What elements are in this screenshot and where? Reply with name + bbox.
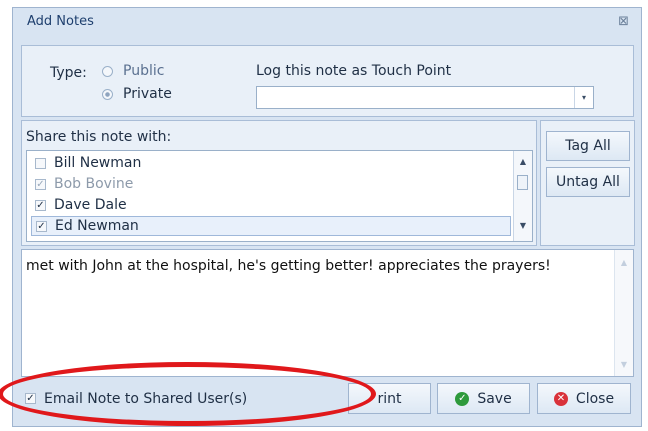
close-icon[interactable]: ⊠ <box>618 14 629 29</box>
email-checkbox[interactable]: ✓ <box>25 393 36 404</box>
list-item[interactable]: ✓ Dave Dale <box>31 195 511 215</box>
untag-all-button[interactable]: Untag All <box>546 167 630 197</box>
scroll-up-icon[interactable]: ▲ <box>514 157 532 166</box>
user-name: Ed Newman <box>55 218 139 234</box>
close-label: Close <box>575 390 615 407</box>
radio-public-label: Public <box>123 63 165 79</box>
user-name: Bill Newman <box>54 155 142 171</box>
email-note-checkbox-row[interactable]: ✓ Email Note to Shared User(s) <box>19 383 349 414</box>
add-notes-dialog: Add Notes ⊠ Type: Public Private Log thi… <box>12 7 642 427</box>
checkbox[interactable]: ✓ <box>35 199 46 211</box>
note-textarea[interactable]: met with John at the hospital, he's gett… <box>21 249 634 377</box>
radio-private[interactable]: Private <box>102 86 172 102</box>
chevron-down-icon[interactable]: ▾ <box>574 87 593 108</box>
touch-point-select[interactable]: ▾ <box>256 86 594 109</box>
user-name: Bob Bovine <box>54 176 134 192</box>
note-text: met with John at the hospital, he's gett… <box>26 258 551 274</box>
save-label: Save <box>477 390 512 407</box>
share-user-list[interactable]: Bill Newman ✓ Bob Bovine ✓ Dave Dale ✓ E… <box>26 150 533 242</box>
checkbox[interactable]: ✓ <box>36 220 47 232</box>
list-scrollbar[interactable]: ▲ ▼ <box>513 151 532 241</box>
radio-private-label: Private <box>123 86 172 102</box>
radio-private-button[interactable] <box>102 88 113 100</box>
checkbox[interactable]: ✓ <box>35 178 46 190</box>
print-label: rint <box>377 390 402 407</box>
type-panel: Type: Public Private Log this note as To… <box>21 45 634 117</box>
checkbox[interactable] <box>35 157 46 169</box>
radio-public[interactable]: Public <box>102 63 164 79</box>
tag-panel: Tag All Untag All <box>540 120 635 246</box>
user-name: Dave Dale <box>54 197 127 213</box>
scroll-thumb[interactable] <box>517 175 528 190</box>
title-bar: Add Notes ⊠ <box>13 8 641 36</box>
list-item[interactable]: Bill Newman <box>31 153 511 173</box>
note-scrollbar[interactable]: ▲ ▼ <box>614 250 633 376</box>
share-title: Share this note with: <box>26 129 172 145</box>
dialog-title: Add Notes <box>27 14 94 29</box>
check-icon: ✓ <box>455 391 470 406</box>
save-button[interactable]: ✓ Save <box>437 383 530 414</box>
scroll-down-icon[interactable]: ▼ <box>514 221 532 230</box>
tag-all-button[interactable]: Tag All <box>546 131 630 161</box>
share-panel: Share this note with: Bill Newman ✓ Bob … <box>21 120 537 246</box>
type-label: Type: <box>50 65 87 81</box>
list-item-selected[interactable]: ✓ Ed Newman <box>31 216 511 236</box>
scroll-down-icon[interactable]: ▼ <box>615 360 633 369</box>
email-note-label: Email Note to Shared User(s) <box>44 390 248 407</box>
close-circle-icon: ✕ <box>553 391 568 406</box>
print-button[interactable]: rint <box>348 383 431 414</box>
radio-public-button[interactable] <box>102 65 113 77</box>
list-item[interactable]: ✓ Bob Bovine <box>31 174 511 194</box>
touch-point-label: Log this note as Touch Point <box>256 63 452 79</box>
scroll-up-icon[interactable]: ▲ <box>615 258 633 267</box>
close-button[interactable]: ✕ Close <box>537 383 631 414</box>
